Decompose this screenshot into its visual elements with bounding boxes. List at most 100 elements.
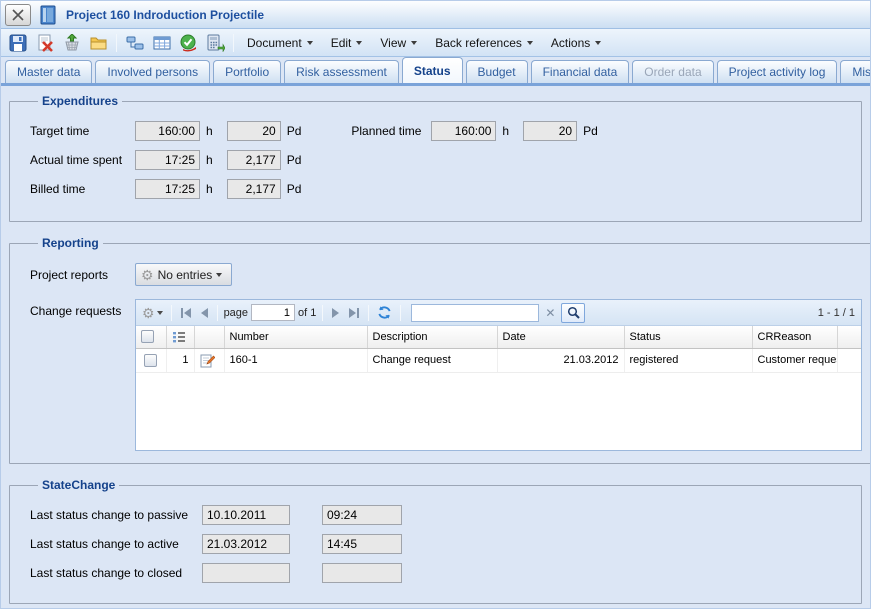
tab-portfolio[interactable]: Portfolio: [213, 60, 281, 83]
open-folder-button[interactable]: [86, 31, 111, 54]
menu-edit[interactable]: Edit: [323, 31, 371, 54]
tab-involved-persons[interactable]: Involved persons: [95, 60, 210, 83]
row-checkbox[interactable]: [144, 354, 157, 367]
row-number-list-icon: [172, 331, 189, 343]
last-change-closed-label: Last status change to closed: [30, 566, 202, 580]
menu-back-references[interactable]: Back references: [427, 31, 541, 54]
pd-unit-label: Pd: [583, 124, 598, 138]
hierarchy-icon: [126, 34, 144, 52]
actual-time-pd-field[interactable]: [227, 150, 281, 170]
grid-settings-button[interactable]: ⚙: [140, 303, 165, 323]
save-icon: [9, 34, 27, 52]
page-number-input[interactable]: [251, 304, 295, 321]
planned-time-pd-field[interactable]: [523, 121, 577, 141]
close-button[interactable]: [5, 4, 31, 26]
status-tab-panel: Expenditures Target time h Pd Planned ti…: [1, 86, 870, 604]
refresh-button[interactable]: [375, 303, 394, 323]
expenditures-legend: Expenditures: [38, 94, 122, 108]
menu-actions[interactable]: Actions: [543, 31, 609, 54]
calculator-export-icon: [206, 34, 225, 52]
menu-edit-label: Edit: [331, 36, 352, 50]
column-header-status[interactable]: Status: [624, 326, 752, 348]
billed-time-label: Billed time: [30, 182, 135, 196]
last-change-active-time-field[interactable]: [322, 534, 402, 554]
search-button[interactable]: [561, 303, 585, 323]
target-time-pd-field[interactable]: [227, 121, 281, 141]
menu-view[interactable]: View: [372, 31, 425, 54]
statechange-legend: StateChange: [38, 478, 119, 492]
prev-page-button[interactable]: [197, 303, 211, 323]
last-change-closed-time-field[interactable]: [322, 563, 402, 583]
no-entries-label: No entries: [158, 268, 213, 282]
billed-time-pd-field[interactable]: [227, 179, 281, 199]
column-header-date[interactable]: Date: [497, 326, 624, 348]
project-document-icon: [39, 5, 57, 25]
project-reports-dropdown-button[interactable]: ⚙ No entries: [135, 263, 232, 286]
last-change-active-date-field[interactable]: [202, 534, 290, 554]
cell-crreason: Customer request: [752, 348, 837, 372]
caret-down-icon: [216, 273, 222, 277]
menu-document[interactable]: Document: [239, 31, 321, 54]
tab-bar: Master data Involved persons Portfolio R…: [1, 57, 870, 86]
edit-icon[interactable]: [200, 353, 219, 368]
table-view-icon: [153, 34, 171, 52]
pd-unit-label: Pd: [287, 124, 302, 138]
title-bar: Project 160 Indroduction Projectile: [1, 1, 870, 29]
window-title: Project 160 Indroduction Projectile: [66, 8, 264, 22]
cell-number: 160-1: [224, 348, 367, 372]
column-header-number[interactable]: Number: [224, 326, 367, 348]
select-all-checkbox[interactable]: [141, 330, 154, 343]
next-page-button[interactable]: [329, 303, 343, 323]
last-change-active-label: Last status change to active: [30, 537, 202, 551]
pager-separator: [171, 305, 172, 321]
pager-separator: [368, 305, 369, 321]
save-button[interactable]: [5, 31, 30, 54]
change-requests-grid: ⚙: [135, 299, 862, 451]
first-page-button[interactable]: [178, 303, 194, 323]
planned-time-hours-field[interactable]: [431, 121, 496, 141]
tab-project-activity-log[interactable]: Project activity log: [717, 60, 838, 83]
tab-master-data[interactable]: Master data: [5, 60, 92, 83]
caret-down-icon: [307, 41, 313, 45]
page-of-label: of 1: [298, 307, 316, 319]
toolbar-separator: [116, 34, 117, 52]
billed-time-hours-field[interactable]: [135, 179, 200, 199]
target-time-hours-field[interactable]: [135, 121, 200, 141]
cell-description: Change request: [367, 348, 497, 372]
planned-time-label: Planned time: [351, 124, 421, 138]
tab-strip: [1, 83, 870, 86]
hours-unit-label: h: [206, 153, 213, 167]
tab-financial-data[interactable]: Financial data: [531, 60, 630, 83]
import-button[interactable]: [59, 31, 84, 54]
last-page-button[interactable]: [346, 303, 362, 323]
table-row[interactable]: 1: [136, 348, 861, 372]
delete-button[interactable]: [32, 31, 57, 54]
pd-unit-label: Pd: [287, 182, 302, 196]
tab-budget[interactable]: Budget: [466, 60, 528, 83]
caret-down-icon: [157, 311, 163, 315]
grid-pager: ⚙: [136, 300, 861, 326]
import-basket-icon: [63, 34, 81, 52]
target-time-label: Target time: [30, 124, 135, 138]
status-check-button[interactable]: [176, 31, 201, 54]
column-header-crreason[interactable]: CRReason: [752, 326, 837, 348]
reporting-legend: Reporting: [38, 236, 103, 250]
last-change-passive-date-field[interactable]: [202, 505, 290, 525]
statechange-section: StateChange Last status change to passiv…: [9, 478, 862, 604]
hierarchy-button[interactable]: [122, 31, 147, 54]
actual-time-hours-field[interactable]: [135, 150, 200, 170]
last-change-closed-date-field[interactable]: [202, 563, 290, 583]
calculator-export-button[interactable]: [203, 31, 228, 54]
last-change-passive-time-field[interactable]: [322, 505, 402, 525]
tab-misc[interactable]: Misc: [840, 60, 871, 83]
column-header-description[interactable]: Description: [367, 326, 497, 348]
tab-status[interactable]: Status: [402, 57, 463, 83]
hours-unit-label: h: [206, 182, 213, 196]
last-change-passive-label: Last status change to passive: [30, 508, 202, 522]
table-view-button[interactable]: [149, 31, 174, 54]
grid-search-input[interactable]: [411, 304, 539, 322]
reporting-section: Reporting Project reports ⚙ No entries C…: [9, 236, 871, 464]
gear-icon: ⚙: [141, 268, 154, 282]
clear-search-button[interactable]: ✕: [542, 306, 558, 320]
tab-risk-assessment[interactable]: Risk assessment: [284, 60, 399, 83]
